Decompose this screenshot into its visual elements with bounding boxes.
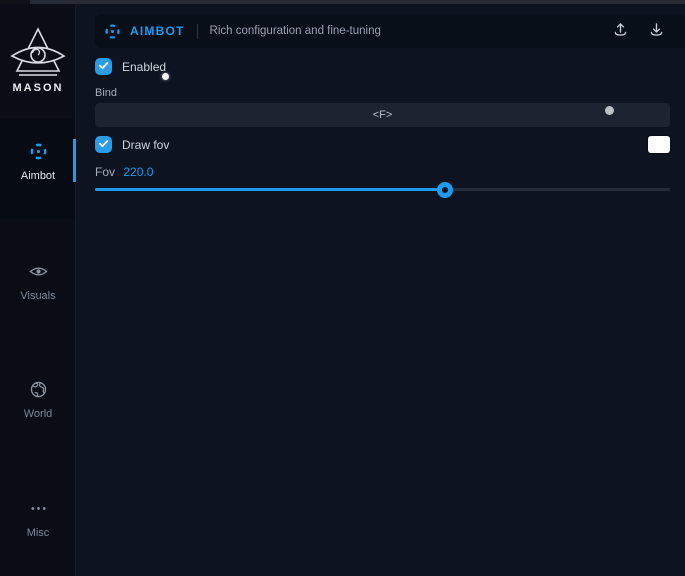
crosshair-icon — [104, 23, 121, 40]
sidebar-item-label: Misc — [0, 527, 76, 539]
draw-fov-label: Draw fov — [122, 138, 169, 152]
globe-icon — [0, 380, 76, 404]
sidebar-item-label: Visuals — [0, 290, 76, 302]
page-subtitle: Rich configuration and fine-tuning — [210, 25, 381, 37]
sidebar-item-visuals[interactable]: Visuals — [0, 262, 76, 302]
sidebar-item-misc[interactable]: Misc — [0, 499, 76, 539]
brand-name: MASON — [0, 82, 76, 94]
ellipsis-icon — [0, 499, 76, 523]
fov-value: 220.0 — [123, 165, 153, 179]
crosshair-icon — [0, 142, 76, 166]
sidebar-item-aimbot[interactable]: Aimbot — [0, 142, 76, 182]
download-icon — [648, 21, 665, 41]
sidebar: MASON Aimbot Visuals World — [0, 4, 76, 576]
fov-slider[interactable] — [95, 188, 670, 192]
eye-icon — [0, 262, 76, 286]
main-panel: AIMBOT Rich configuration and fine-tunin… — [76, 4, 685, 576]
enabled-label: Enabled — [122, 60, 166, 74]
bind-value: <F> — [373, 109, 393, 121]
page-header: AIMBOT Rich configuration and fine-tunin… — [95, 14, 685, 48]
pyramid-eye-logo — [0, 26, 76, 78]
fov-slider-fill — [95, 188, 445, 191]
page-title: AIMBOT — [130, 24, 185, 38]
draw-fov-row: Draw fov — [95, 136, 169, 153]
fov-color-swatch[interactable] — [648, 136, 670, 153]
fov-label: Fov — [95, 165, 115, 179]
check-icon — [98, 58, 109, 76]
brand: MASON — [0, 26, 76, 94]
sidebar-item-label: Aimbot — [0, 170, 76, 182]
enabled-row: Enabled — [95, 58, 166, 75]
sidebar-item-label: World — [0, 408, 76, 420]
header-divider — [197, 24, 198, 39]
check-icon — [98, 136, 109, 154]
upload-config-button[interactable] — [612, 21, 629, 41]
download-config-button[interactable] — [648, 21, 665, 41]
enabled-checkbox[interactable] — [95, 58, 112, 75]
bind-label: Bind — [95, 87, 117, 99]
sidebar-item-world[interactable]: World — [0, 380, 76, 420]
fov-slider-handle[interactable] — [437, 182, 453, 198]
bind-input[interactable]: <F> — [95, 103, 670, 127]
draw-fov-checkbox[interactable] — [95, 136, 112, 153]
upload-icon — [612, 21, 629, 41]
fov-value-row: Fov 220.0 — [95, 165, 153, 179]
